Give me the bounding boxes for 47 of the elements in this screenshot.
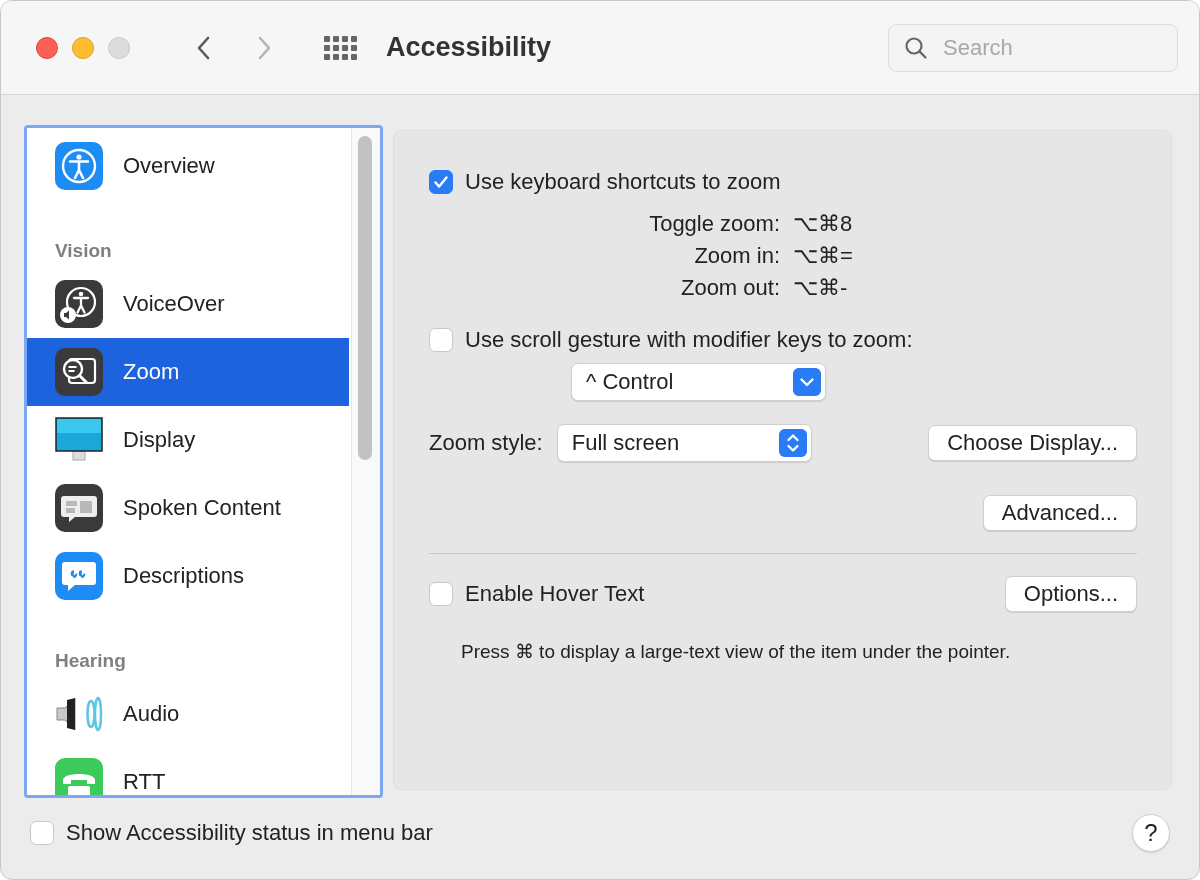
quote-bubble-icon bbox=[55, 552, 103, 600]
checkbox-label: Use scroll gesture with modifier keys to zoom: bbox=[465, 327, 913, 353]
sidebar-item[interactable]: Zoom bbox=[27, 338, 349, 406]
shortcut-keys: ⌥⌘= bbox=[793, 243, 1137, 269]
sidebar-item[interactable]: Descriptions bbox=[27, 542, 349, 610]
hover-text-hint: Press ⌘ to display a large-text view of the item under the pointer. bbox=[461, 640, 1012, 663]
sidebar-item[interactable]: Display bbox=[27, 406, 349, 474]
display-icon bbox=[55, 416, 103, 464]
close-button[interactable] bbox=[36, 36, 58, 59]
scrollbar-thumb[interactable] bbox=[358, 136, 372, 460]
checkbox[interactable] bbox=[30, 821, 54, 845]
options-button[interactable]: Options... bbox=[1004, 576, 1137, 612]
section-heading: Vision bbox=[54, 239, 113, 263]
shortcut-keys: ⌥⌘- bbox=[793, 275, 1137, 301]
search-field[interactable]: Search bbox=[888, 23, 1178, 72]
checkbox[interactable] bbox=[429, 582, 453, 606]
shortcut-label: Zoom out: bbox=[679, 275, 780, 301]
speech-bubble-icon bbox=[55, 484, 103, 532]
magnifier-screen-icon bbox=[55, 348, 103, 396]
section-heading: Hearing bbox=[54, 649, 127, 673]
shortcut-keys: ⌥⌘8 bbox=[793, 211, 1137, 237]
checkbox-label: Show Accessibility status in menu bar bbox=[66, 820, 433, 846]
window-title: Accessibility bbox=[386, 32, 552, 63]
shortcut-label: Zoom in: bbox=[693, 243, 780, 269]
shortcut-label: Toggle zoom: bbox=[648, 211, 780, 237]
sidebar-item[interactable]: Spoken Content bbox=[27, 474, 349, 542]
sidebar-item[interactable]: Overview bbox=[27, 132, 349, 200]
sidebar-item[interactable]: RTT bbox=[27, 748, 349, 795]
help-button[interactable]: ? bbox=[1132, 814, 1170, 852]
phone-icon bbox=[55, 758, 103, 795]
grid-icon[interactable] bbox=[324, 35, 358, 60]
choose-display-button[interactable]: Choose Display... bbox=[928, 425, 1137, 461]
minimize-button[interactable] bbox=[72, 36, 94, 59]
checkbox[interactable] bbox=[429, 328, 453, 352]
voiceover-icon bbox=[55, 280, 103, 328]
popup-menu[interactable]: Full screen bbox=[556, 424, 812, 462]
zoom-style-label: Zoom style: bbox=[429, 430, 543, 456]
checkbox-label: Use keyboard shortcuts to zoom bbox=[465, 169, 781, 195]
sidebar-item[interactable]: VoiceOver bbox=[27, 270, 349, 338]
up-down-chevron-icon bbox=[778, 429, 807, 457]
popup-menu[interactable]: ^ Control bbox=[571, 363, 826, 401]
chevron-down-icon bbox=[793, 368, 821, 396]
accessibility-icon bbox=[55, 142, 103, 190]
checkbox-label: Enable Hover Text bbox=[465, 581, 645, 607]
sidebar-item[interactable]: Audio bbox=[27, 680, 349, 748]
advanced-button[interactable]: Advanced... bbox=[982, 495, 1137, 531]
checkbox[interactable] bbox=[429, 170, 453, 194]
